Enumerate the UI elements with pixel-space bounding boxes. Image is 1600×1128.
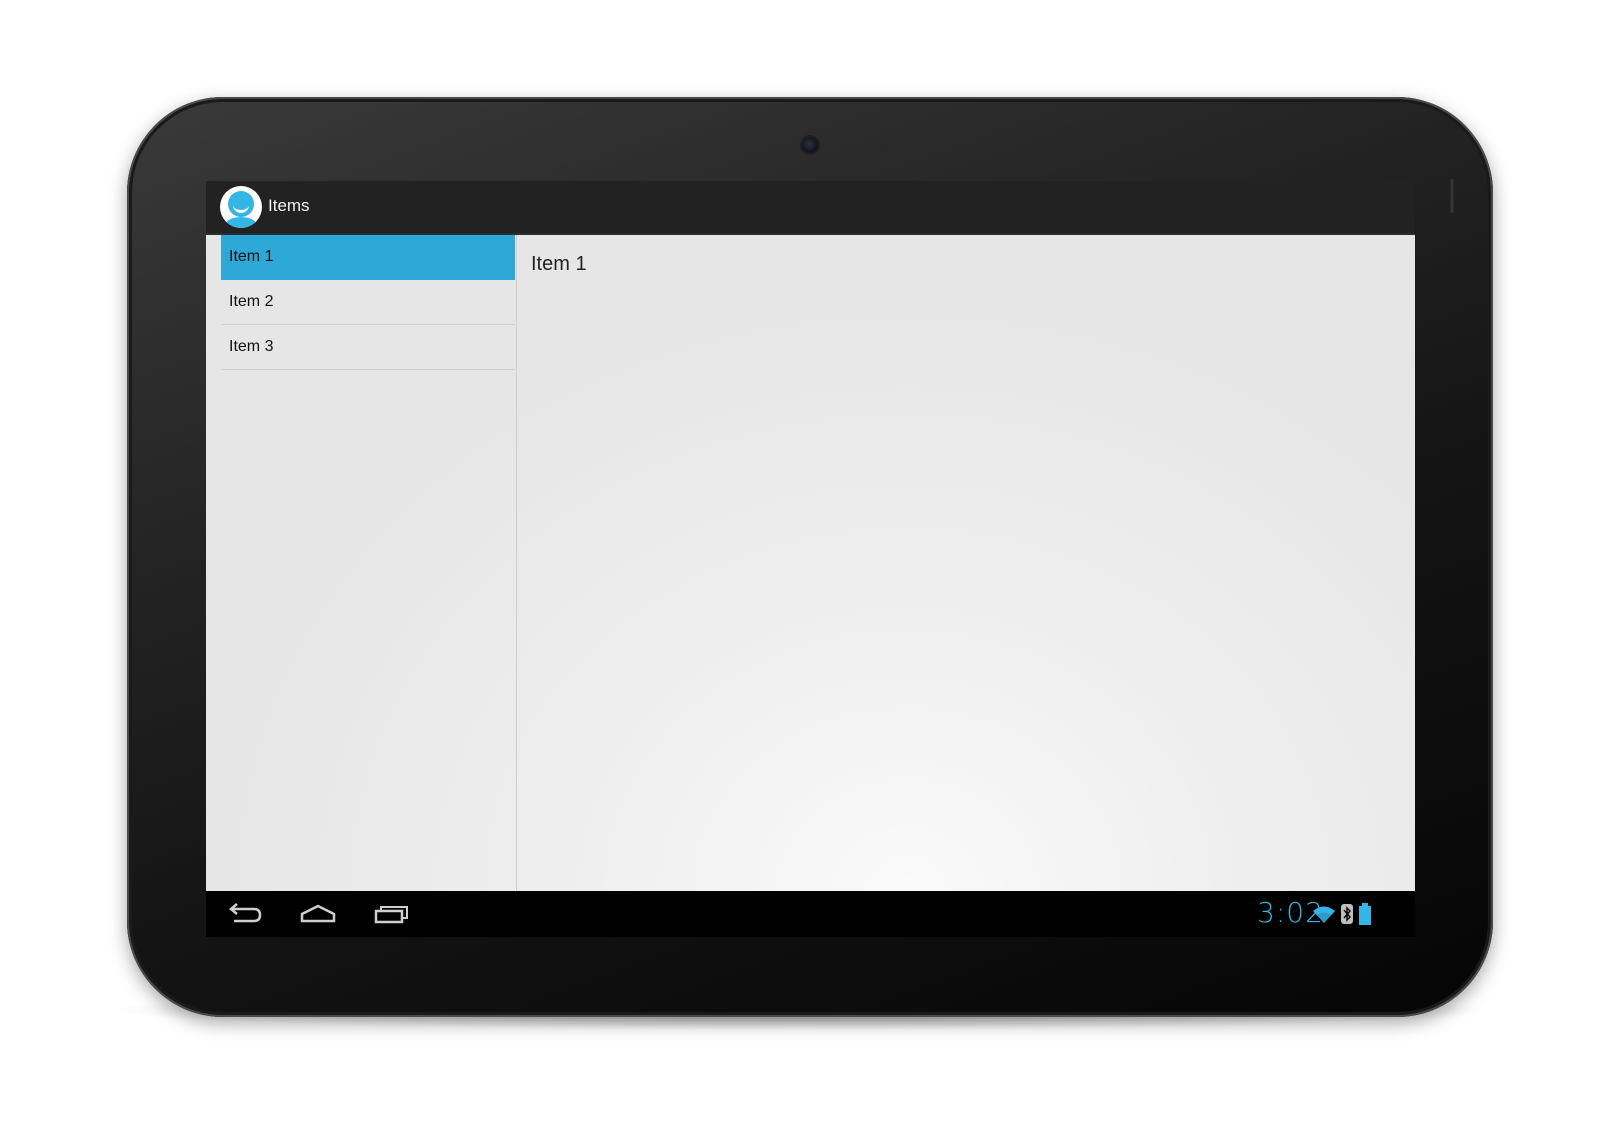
list-item-2[interactable]: Item 2: [221, 280, 515, 325]
page: Items Item 1 Item 2 Item 3 Item 1 3:02: [0, 0, 1600, 1128]
home-icon[interactable]: [298, 899, 338, 929]
power-button: [1449, 179, 1455, 213]
back-icon[interactable]: [224, 899, 264, 929]
list-item-1[interactable]: Item 1: [221, 235, 515, 280]
battery-icon: [1359, 903, 1371, 929]
item-list: Item 1 Item 2 Item 3: [206, 235, 517, 891]
wifi-icon: [1312, 903, 1336, 929]
detail-pane: Item 1: [517, 235, 1415, 891]
list-item-label: Item 2: [229, 293, 274, 310]
smiley-person-icon[interactable]: [220, 186, 262, 228]
tablet-screen: Items Item 1 Item 2 Item 3 Item 1 3:02: [206, 181, 1415, 937]
list-item-label: Item 1: [229, 248, 274, 265]
content-area: Item 1 Item 2 Item 3 Item 1: [206, 235, 1415, 891]
list-item-label: Item 3: [229, 338, 274, 355]
detail-title: Item 1: [531, 253, 587, 275]
camera-icon: [802, 137, 818, 153]
system-nav-bar: 3:02: [206, 891, 1415, 937]
app-title: Items: [268, 196, 310, 215]
recent-apps-icon[interactable]: [372, 899, 412, 929]
list-item-3[interactable]: Item 3: [221, 325, 515, 370]
action-bar: Items: [206, 181, 1415, 235]
bluetooth-icon: [1341, 904, 1353, 928]
